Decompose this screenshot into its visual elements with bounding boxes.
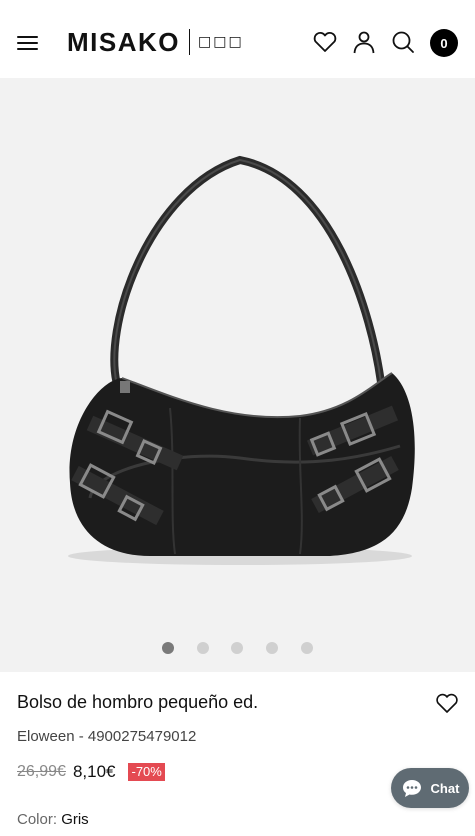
price-row: 26,99€ 8,10€ -70% [17,762,165,782]
user-icon[interactable] [351,29,377,55]
product-title: Bolso de hombro pequeño ed. [17,692,259,712]
old-price: 26,99€ [17,763,66,780]
site-header: MISAKO □□□ 0 [0,0,475,78]
gallery-dot[interactable] [162,642,174,654]
chat-bubble-icon [402,780,421,797]
gallery-dot[interactable] [266,642,278,654]
color-row: Color: Gris [17,811,89,829]
gallery-dot[interactable] [301,642,313,654]
shoulder-bag-icon [68,155,415,565]
chat-label: Chat [430,780,460,796]
color-value: Gris [61,811,89,828]
color-label: Color: [17,811,58,828]
gallery-dots [0,642,475,656]
new-price: 8,10€ [72,762,116,781]
menu-icon[interactable] [14,29,42,57]
logo[interactable]: MISAKO □□□ [67,26,244,58]
cart-icon[interactable]: 0 [430,29,458,57]
wishlist-heart-icon[interactable] [435,692,459,714]
gallery-dot[interactable] [231,642,243,654]
chat-button[interactable]: Chat [391,768,469,808]
logo-text: MISAKO [67,27,180,57]
discount-badge: -70% [128,763,165,781]
heart-icon[interactable] [312,29,338,55]
gallery-dot[interactable] [197,642,209,654]
logo-suffix: □□□ [198,34,244,50]
logo-divider [189,29,190,55]
product-gallery[interactable] [0,78,475,672]
product-brand-sku: Eloween - 4900275479012 [17,728,197,745]
search-icon[interactable] [390,29,416,55]
